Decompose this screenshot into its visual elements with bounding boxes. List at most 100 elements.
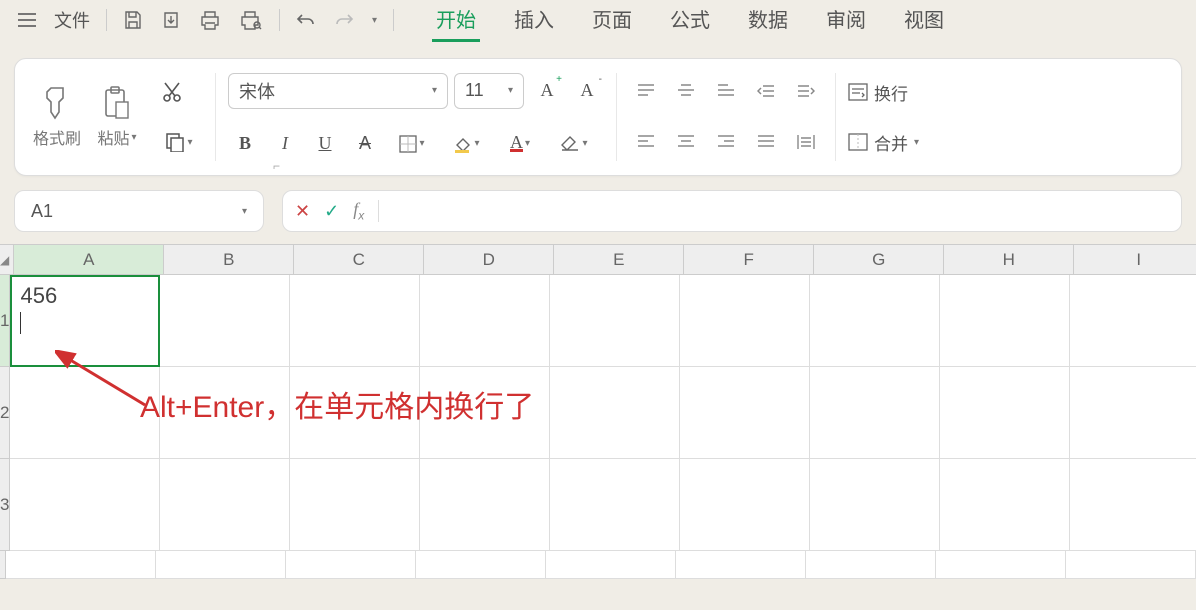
align-right-button[interactable] [709, 125, 743, 159]
cancel-icon[interactable]: ✕ [295, 201, 310, 222]
redo-icon[interactable] [326, 8, 362, 32]
justify-button[interactable] [749, 125, 783, 159]
col-header-H[interactable]: H [944, 245, 1074, 275]
strikethrough-button[interactable]: A [348, 127, 382, 161]
align-center-button[interactable] [669, 125, 703, 159]
decrease-indent-button[interactable] [749, 75, 783, 109]
cell[interactable] [680, 367, 810, 459]
distribute-button[interactable] [789, 125, 823, 159]
font-name-select[interactable]: 宋体 ▾ [228, 73, 448, 109]
cell[interactable] [420, 459, 550, 551]
cell[interactable] [1070, 367, 1196, 459]
cell[interactable] [290, 367, 420, 459]
tab-review[interactable]: 审阅 [822, 0, 870, 42]
cell[interactable] [1070, 275, 1196, 367]
tab-formula[interactable]: 公式 [666, 0, 714, 42]
print-preview-icon[interactable] [231, 6, 271, 34]
increase-indent-button[interactable] [789, 75, 823, 109]
cell[interactable] [936, 551, 1066, 579]
font-color-button[interactable]: A ▾ [496, 127, 544, 161]
font-size-select[interactable]: 11 ▾ [454, 73, 524, 109]
cell[interactable] [810, 367, 940, 459]
more-dropdown-icon[interactable]: ▾ [364, 11, 385, 30]
cell[interactable] [290, 275, 420, 367]
print-icon[interactable] [191, 6, 229, 34]
cell[interactable] [680, 275, 810, 367]
cell[interactable] [1066, 551, 1196, 579]
row-header-2[interactable]: 2 [0, 367, 10, 459]
col-header-I[interactable]: I [1074, 245, 1196, 275]
borders-button[interactable]: ▾ [388, 127, 436, 161]
fx-icon[interactable]: fx [353, 199, 364, 223]
cell[interactable] [810, 459, 940, 551]
cell[interactable] [160, 275, 290, 367]
cell[interactable] [940, 367, 1070, 459]
cell-A1[interactable]: 456 [10, 275, 160, 367]
cell[interactable] [806, 551, 936, 579]
file-menu[interactable]: 文件 [46, 3, 98, 37]
cell[interactable] [940, 459, 1070, 551]
tab-start[interactable]: 开始 [432, 0, 480, 42]
cell[interactable] [6, 551, 156, 579]
tab-view[interactable]: 视图 [900, 0, 948, 42]
align-bottom-button[interactable] [709, 75, 743, 109]
cell[interactable] [546, 551, 676, 579]
col-header-G[interactable]: G [814, 245, 944, 275]
cut-button[interactable] [155, 75, 189, 109]
col-header-A[interactable]: A [14, 245, 164, 275]
wrap-text-button[interactable]: 换行 [848, 75, 908, 109]
cell[interactable] [10, 367, 160, 459]
cell[interactable] [940, 275, 1070, 367]
cell[interactable] [550, 367, 680, 459]
formula-bar[interactable]: ✕ ✓ fx [282, 190, 1182, 232]
cell[interactable] [160, 367, 290, 459]
align-middle-button[interactable] [669, 75, 703, 109]
eraser-button[interactable]: ▾ [550, 127, 598, 161]
cell[interactable] [1070, 459, 1196, 551]
cell[interactable] [290, 459, 420, 551]
name-box[interactable]: A1 ▾ [14, 190, 264, 232]
active-cell[interactable]: 456 [10, 275, 160, 367]
cell[interactable] [676, 551, 806, 579]
cell[interactable] [550, 275, 680, 367]
export-icon[interactable] [153, 6, 189, 34]
undo-icon[interactable] [288, 8, 324, 32]
italic-button[interactable]: I [268, 127, 302, 161]
paste-button[interactable]: 粘贴▾ [87, 67, 147, 167]
cell[interactable] [286, 551, 416, 579]
cell[interactable] [420, 275, 550, 367]
save-icon[interactable] [115, 6, 151, 34]
cell[interactable] [416, 551, 546, 579]
col-header-C[interactable]: C [294, 245, 424, 275]
tab-data[interactable]: 数据 [744, 0, 792, 42]
fill-color-button[interactable]: ▾ [442, 127, 490, 161]
copy-button[interactable]: ▾ [155, 125, 203, 159]
cell[interactable] [10, 459, 160, 551]
cell[interactable] [160, 459, 290, 551]
cell[interactable] [550, 459, 680, 551]
row-header-3[interactable]: 3 [0, 459, 10, 551]
align-left-button[interactable] [629, 125, 663, 159]
hamburger-icon[interactable] [10, 9, 44, 31]
accept-icon[interactable]: ✓ [324, 201, 339, 222]
row-header-1[interactable]: 1 [0, 275, 10, 367]
clipboard-launcher-icon[interactable]: ⌐ [273, 159, 280, 173]
merge-button[interactable]: 合并 ▾ [848, 125, 919, 159]
col-header-F[interactable]: F [684, 245, 814, 275]
cell[interactable] [810, 275, 940, 367]
cell[interactable] [156, 551, 286, 579]
format-painter-button[interactable]: 格式刷 [27, 67, 87, 167]
col-header-D[interactable]: D [424, 245, 554, 275]
col-header-E[interactable]: E [554, 245, 684, 275]
bold-button[interactable]: B [228, 127, 262, 161]
cell[interactable] [680, 459, 810, 551]
cell[interactable] [420, 367, 550, 459]
increase-font-button[interactable]: A+ [530, 74, 564, 108]
col-header-B[interactable]: B [164, 245, 294, 275]
tab-insert[interactable]: 插入 [510, 0, 558, 42]
underline-button[interactable]: U [308, 127, 342, 161]
decrease-font-button[interactable]: A- [570, 74, 604, 108]
align-top-button[interactable] [629, 75, 663, 109]
tab-page[interactable]: 页面 [588, 0, 636, 42]
select-all-corner[interactable]: ◢ [0, 245, 14, 275]
